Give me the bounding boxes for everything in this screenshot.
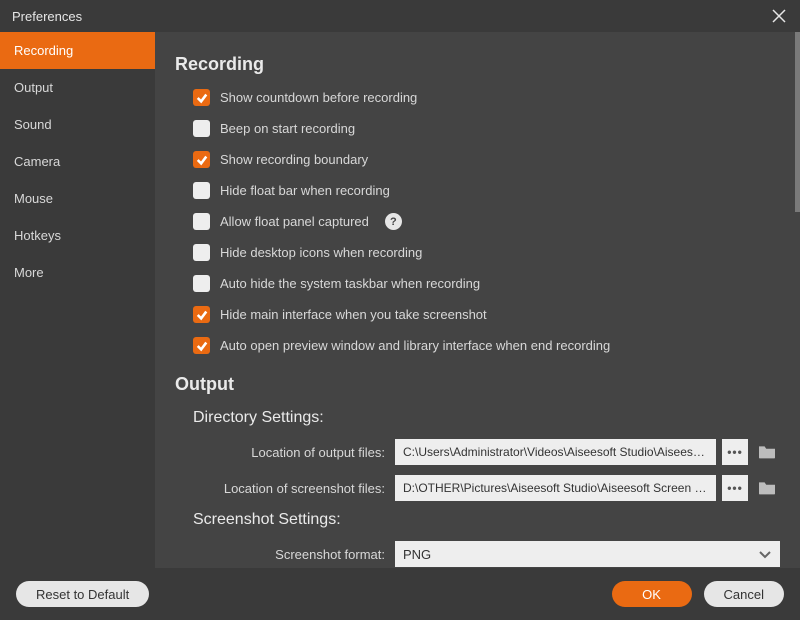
titlebar: Preferences xyxy=(0,0,800,32)
field-label: Location of screenshot files: xyxy=(175,481,395,496)
ok-button[interactable]: OK xyxy=(612,581,692,607)
sidebar-item-label: Recording xyxy=(14,43,73,58)
sidebar-item-label: Camera xyxy=(14,154,60,169)
browse-dots-icon[interactable]: ••• xyxy=(722,475,748,501)
option-hide-float-bar[interactable]: Hide float bar when recording xyxy=(193,182,780,199)
main-panel: Recording Show countdown before recordin… xyxy=(155,32,800,568)
screenshot-format-select[interactable]: PNG xyxy=(395,541,780,567)
field-screenshot-location: Location of screenshot files: ••• xyxy=(175,475,780,501)
window-title: Preferences xyxy=(12,9,82,24)
option-hide-main-interface[interactable]: Hide main interface when you take screen… xyxy=(193,306,780,323)
option-label: Show countdown before recording xyxy=(220,90,417,105)
scrollbar-thumb[interactable] xyxy=(795,32,800,212)
sidebar-item-recording[interactable]: Recording xyxy=(0,32,155,69)
field-label: Location of output files: xyxy=(175,445,395,460)
sidebar-item-label: Hotkeys xyxy=(14,228,61,243)
open-folder-icon[interactable] xyxy=(754,475,780,501)
browse-dots-icon[interactable]: ••• xyxy=(722,439,748,465)
option-allow-float-captured[interactable]: Allow float panel captured ? xyxy=(193,213,780,230)
sidebar-item-more[interactable]: More xyxy=(0,254,155,291)
option-show-boundary[interactable]: Show recording boundary xyxy=(193,151,780,168)
checkbox[interactable] xyxy=(193,337,210,354)
sidebar-item-mouse[interactable]: Mouse xyxy=(0,180,155,217)
option-hide-desktop-icons[interactable]: Hide desktop icons when recording xyxy=(193,244,780,261)
sidebar-item-camera[interactable]: Camera xyxy=(0,143,155,180)
section-title-output: Output xyxy=(175,374,780,395)
field-screenshot-format: Screenshot format: PNG xyxy=(175,541,780,567)
option-auto-open-preview[interactable]: Auto open preview window and library int… xyxy=(193,337,780,354)
option-show-countdown[interactable]: Show countdown before recording xyxy=(193,89,780,106)
sidebar: Recording Output Sound Camera Mouse Hotk… xyxy=(0,32,155,568)
option-label: Hide desktop icons when recording xyxy=(220,245,422,260)
sidebar-item-sound[interactable]: Sound xyxy=(0,106,155,143)
close-icon[interactable] xyxy=(770,7,788,25)
sidebar-item-output[interactable]: Output xyxy=(0,69,155,106)
body: Recording Output Sound Camera Mouse Hotk… xyxy=(0,32,800,568)
sub-title-screenshot: Screenshot Settings: xyxy=(193,511,780,529)
option-label: Beep on start recording xyxy=(220,121,355,136)
checkbox[interactable] xyxy=(193,306,210,323)
open-folder-icon[interactable] xyxy=(754,439,780,465)
output-path-input[interactable] xyxy=(395,439,716,465)
option-beep-start[interactable]: Beep on start recording xyxy=(193,120,780,137)
option-label: Allow float panel captured xyxy=(220,214,369,229)
option-label: Hide main interface when you take screen… xyxy=(220,307,487,322)
sub-title-directory: Directory Settings: xyxy=(193,409,780,427)
section-title-recording: Recording xyxy=(175,54,780,75)
option-label: Auto hide the system taskbar when record… xyxy=(220,276,480,291)
checkbox[interactable] xyxy=(193,120,210,137)
reset-default-button[interactable]: Reset to Default xyxy=(16,581,149,607)
field-label: Screenshot format: xyxy=(175,547,395,562)
option-label: Hide float bar when recording xyxy=(220,183,390,198)
sidebar-item-label: Sound xyxy=(14,117,52,132)
option-auto-hide-taskbar[interactable]: Auto hide the system taskbar when record… xyxy=(193,275,780,292)
checkbox[interactable] xyxy=(193,275,210,292)
sidebar-item-label: Output xyxy=(14,80,53,95)
option-label: Show recording boundary xyxy=(220,152,368,167)
field-output-location: Location of output files: ••• xyxy=(175,439,780,465)
option-label: Auto open preview window and library int… xyxy=(220,338,610,353)
chevron-down-icon xyxy=(758,547,772,561)
checkbox[interactable] xyxy=(193,244,210,261)
recording-options: Show countdown before recording Beep on … xyxy=(193,89,780,354)
sidebar-item-label: Mouse xyxy=(14,191,53,206)
help-icon[interactable]: ? xyxy=(385,213,402,230)
cancel-button[interactable]: Cancel xyxy=(704,581,784,607)
select-value: PNG xyxy=(403,547,431,562)
checkbox[interactable] xyxy=(193,89,210,106)
checkbox[interactable] xyxy=(193,213,210,230)
screenshot-path-input[interactable] xyxy=(395,475,716,501)
footer: Reset to Default OK Cancel xyxy=(0,568,800,620)
checkbox[interactable] xyxy=(193,151,210,168)
checkbox[interactable] xyxy=(193,182,210,199)
footer-right: OK Cancel xyxy=(612,581,784,607)
sidebar-item-hotkeys[interactable]: Hotkeys xyxy=(0,217,155,254)
sidebar-item-label: More xyxy=(14,265,44,280)
